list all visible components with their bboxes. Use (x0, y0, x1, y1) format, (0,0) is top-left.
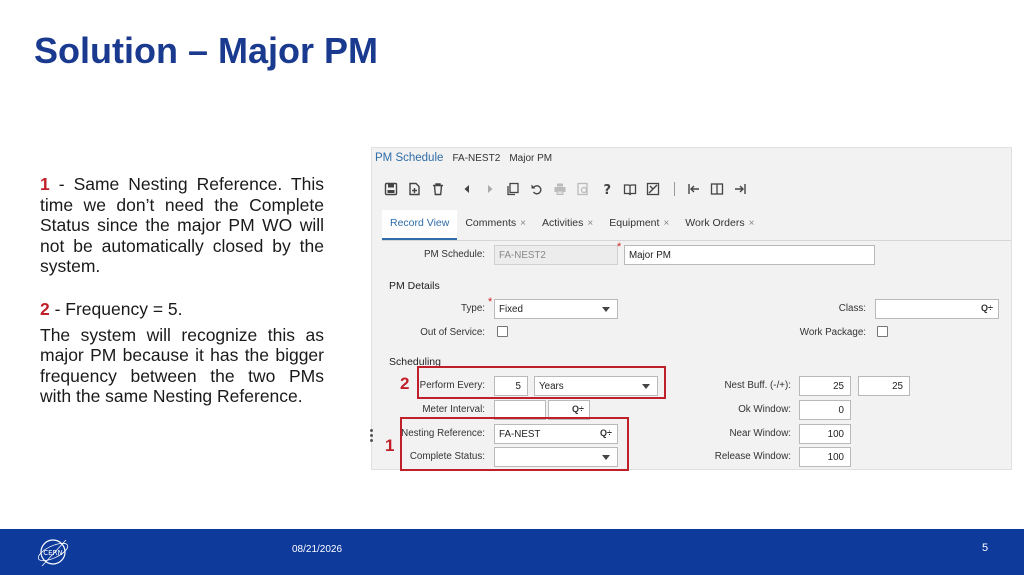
paragraph-number-2: 2 (40, 298, 50, 319)
release-window-field[interactable]: 100 (799, 447, 851, 467)
undo-icon[interactable] (528, 180, 546, 198)
tab-label: Activities (541, 217, 584, 229)
paragraph-frequency: 2 - Frequency = 5. (40, 299, 324, 320)
record-header-code: FA-NEST2 (452, 153, 501, 164)
cern-logo-icon: CERN (37, 539, 69, 567)
tab-label: Comments (465, 217, 517, 229)
slide-title: Solution – Major PM (34, 30, 379, 71)
tab-label: Equipment (609, 217, 660, 229)
nest-buff-minus-field[interactable]: 25 (799, 376, 851, 396)
search-icon[interactable]: Q÷ (572, 404, 584, 414)
out-of-service-checkbox[interactable] (497, 326, 508, 337)
tab-label: Record View (390, 217, 450, 229)
print-icon[interactable] (551, 180, 569, 198)
meter-interval-label: Meter Interval: (422, 404, 485, 415)
callout-number-1: 1 (385, 436, 395, 455)
copy-icon[interactable] (504, 180, 522, 198)
svg-text:?: ? (603, 183, 611, 196)
release-window-label: Release Window: (714, 451, 791, 462)
record-tabs: Record View Comments × Activities × Equipm… (382, 210, 762, 240)
class-field[interactable]: Q÷ (875, 299, 999, 319)
first-panel-icon[interactable] (685, 180, 703, 198)
close-icon[interactable]: × (587, 218, 593, 229)
previous-icon[interactable] (458, 180, 476, 198)
nesting-highlight (400, 417, 629, 471)
pm-schedule-label: PM Schedule: (424, 249, 485, 260)
paragraph-text-1: - Same Nesting Reference. This time we d… (40, 174, 324, 277)
tab-work-orders[interactable]: Work Orders × (677, 210, 762, 240)
close-icon[interactable]: × (749, 218, 755, 229)
perform-every-highlight (417, 366, 666, 399)
paragraph-text-2: - Frequency = 5. (49, 298, 183, 319)
tab-equipment[interactable]: Equipment × (601, 210, 677, 240)
paragraph-number-1: 1 (40, 174, 50, 194)
tab-activities[interactable]: Activities × (534, 210, 601, 240)
ok-window-label: Ok Window: (738, 404, 791, 415)
save-icon[interactable] (382, 180, 400, 198)
chevron-down-icon (602, 307, 610, 312)
last-panel-icon[interactable] (731, 180, 749, 198)
next-icon[interactable] (481, 180, 499, 198)
near-window-label: Near Window: (729, 428, 791, 439)
book-icon[interactable] (621, 180, 639, 198)
class-label: Class: (838, 303, 866, 314)
close-icon[interactable]: × (663, 218, 669, 229)
new-record-icon[interactable] (405, 180, 423, 198)
split-panel-icon[interactable] (708, 180, 726, 198)
search-icon[interactable]: Q÷ (981, 303, 993, 313)
toolbar-separator (673, 182, 675, 196)
record-toolbar: ? (382, 180, 754, 198)
nest-buff-plus-field[interactable]: 25 (858, 376, 910, 396)
record-header-name: Major PM (509, 153, 553, 164)
type-select[interactable]: Fixed (494, 299, 618, 319)
type-value: Fixed (499, 304, 523, 315)
tabs-divider (382, 240, 1011, 241)
record-header: PM Schedule FA-NEST2 Major PM (372, 148, 1011, 170)
out-of-service-label: Out of Service: (420, 327, 485, 338)
required-marker: * (617, 241, 622, 253)
panel-resize-handle[interactable] (370, 429, 374, 443)
help-icon[interactable]: ? (598, 180, 616, 198)
tab-label: Work Orders (685, 217, 745, 229)
tab-comments[interactable]: Comments × (457, 210, 534, 240)
pm-details-section: PM Details (389, 280, 440, 292)
near-window-field[interactable]: 100 (799, 424, 851, 444)
delete-icon[interactable] (429, 180, 447, 198)
print-preview-icon[interactable] (574, 180, 592, 198)
footer-date: 08/21/2026 (292, 544, 343, 555)
tab-record-view[interactable]: Record View (382, 210, 458, 240)
body-text: 1 - Same Nesting Reference. This time we… (40, 174, 324, 407)
page-number: 5 (982, 542, 989, 554)
slide-footer: CERN 08/21/2026 5 (0, 529, 1024, 575)
paragraph-explanation: The system will recognize this as major … (40, 324, 324, 407)
close-icon[interactable]: × (520, 218, 526, 229)
record-header-title: PM Schedule (375, 152, 444, 164)
clear-icon[interactable] (644, 180, 662, 198)
work-package-checkbox[interactable] (877, 326, 888, 337)
nest-buff-label: Nest Buff. (-/+): (724, 380, 791, 391)
paragraph-nesting: 1 - Same Nesting Reference. This time we… (40, 174, 324, 277)
pm-schedule-code-field: FA-NEST2 (494, 245, 618, 265)
ok-window-field[interactable]: 0 (799, 400, 851, 420)
pm-description-field[interactable]: Major PM (624, 245, 875, 265)
callout-number-2: 2 (400, 374, 410, 393)
type-label: Type: (461, 303, 485, 314)
work-package-label: Work Package: (799, 327, 866, 338)
logo-text: CERN (43, 549, 62, 557)
required-marker: * (488, 296, 493, 308)
